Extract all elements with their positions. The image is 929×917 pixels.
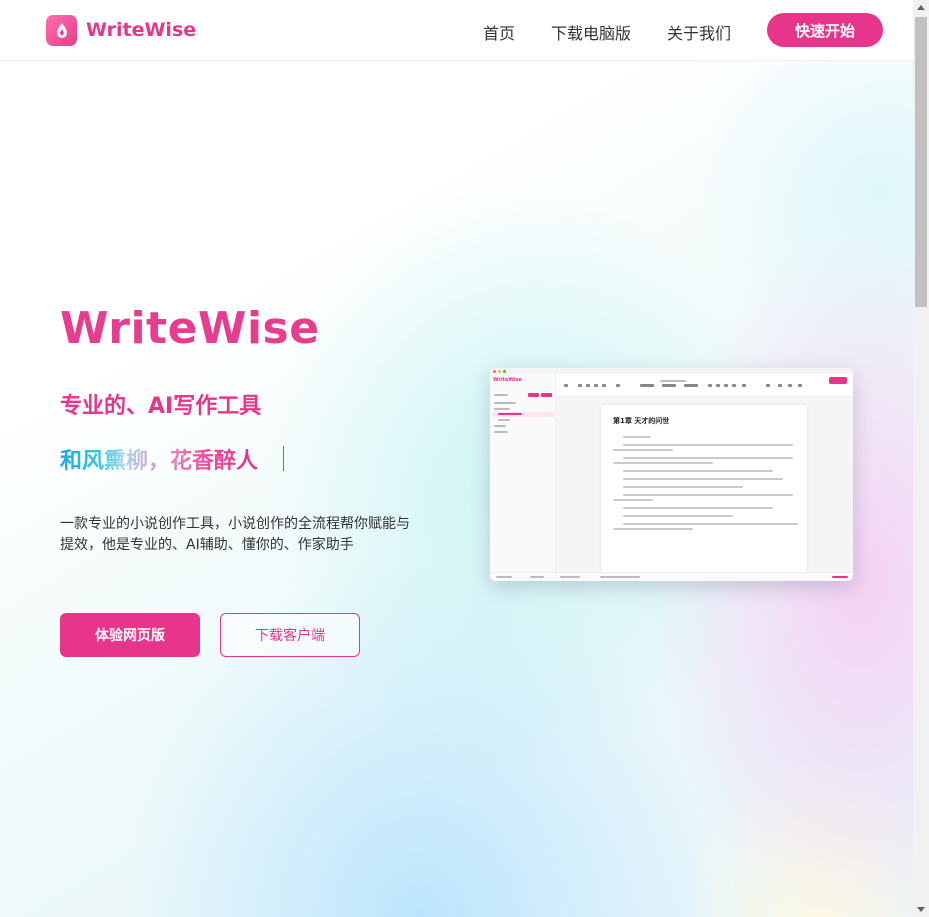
preview-status-line <box>496 576 512 578</box>
preview-tool-icon <box>788 384 792 387</box>
preview-tool-icon <box>602 384 606 387</box>
preview-text-line <box>623 478 783 480</box>
preview-text-line <box>613 462 713 464</box>
brand-name[interactable]: WriteWise <box>86 19 196 41</box>
preview-tool-icon <box>732 384 736 387</box>
preview-text-line <box>623 444 793 446</box>
preview-toolbar-line <box>660 380 686 382</box>
hero-subtitle: 专业的、AI写作工具 <box>60 394 262 419</box>
preview-sidebar-line <box>494 425 506 427</box>
preview-sidebar-line <box>494 402 516 404</box>
preview-status-line <box>530 576 544 578</box>
preview-text-line <box>623 486 743 488</box>
page-scrollbar[interactable] <box>913 0 929 917</box>
nav-about-us[interactable]: 关于我们 <box>667 20 731 44</box>
preview-sidebar-line <box>494 431 508 433</box>
preview-tool-icon <box>616 384 620 387</box>
preview-logo: WriteWise <box>493 377 522 383</box>
preview-status-line <box>832 576 848 578</box>
download-client-button[interactable]: 下载客户端 <box>220 613 360 657</box>
maximize-dot-icon <box>503 370 506 373</box>
preview-toolbar <box>556 374 853 397</box>
minimize-dot-icon <box>498 370 501 373</box>
preview-sidebar-line <box>494 408 510 410</box>
preview-text-line <box>613 449 673 451</box>
preview-tool-icon <box>662 384 676 387</box>
try-web-button[interactable]: 体验网页版 <box>60 613 200 657</box>
preview-text-line <box>623 523 798 525</box>
scroll-up-arrow-icon[interactable] <box>917 5 925 10</box>
close-dot-icon <box>493 370 496 373</box>
preview-sidebar: WriteWise <box>490 374 556 581</box>
preview-text-line <box>613 499 653 501</box>
preview-tool-icon <box>742 384 746 387</box>
app-preview-screenshot: WriteWise 第1章 天才的问世 <box>490 368 853 581</box>
quick-start-button[interactable]: 快速开始 <box>767 13 883 47</box>
nav-home[interactable]: 首页 <box>483 20 515 44</box>
scroll-down-arrow-icon[interactable] <box>917 907 925 912</box>
preview-tool-icon <box>586 384 590 387</box>
hero-tagline: 和风熏柳，花香醉人 <box>60 443 258 475</box>
preview-tool-icon <box>640 384 654 387</box>
preview-sidebar-tag <box>541 393 552 397</box>
scroll-thumb[interactable] <box>915 17 927 307</box>
preview-tool-icon <box>778 384 782 387</box>
preview-tool-icon <box>578 384 582 387</box>
preview-editor: 第1章 天才的问世 <box>556 397 853 572</box>
site-header: WriteWise 首页 下载电脑版 关于我们 快速开始 <box>0 0 913 61</box>
preview-sidebar-tag <box>528 393 539 397</box>
preview-text-line <box>623 515 733 517</box>
preview-status-line <box>560 576 580 578</box>
preview-sidebar-line <box>494 394 508 396</box>
preview-tool-icon <box>766 384 770 387</box>
preview-text-line <box>623 494 793 496</box>
preview-publish-button <box>829 377 847 384</box>
preview-chapter-title: 第1章 天才的问世 <box>613 417 670 425</box>
preview-statusbar <box>490 572 853 581</box>
preview-sidebar-line <box>498 419 510 421</box>
preview-text-line <box>613 528 693 530</box>
preview-tool-icon <box>724 384 728 387</box>
preview-sidebar-line <box>498 413 522 415</box>
preview-text-line <box>623 436 651 438</box>
preview-tool-icon <box>564 384 568 387</box>
preview-text-line <box>623 507 773 509</box>
preview-tool-icon <box>684 384 698 387</box>
writewise-pen-icon[interactable] <box>46 15 77 46</box>
preview-page: 第1章 天才的问世 <box>601 405 807 572</box>
nav-download-desktop[interactable]: 下载电脑版 <box>551 20 631 44</box>
hero-title: WriteWise <box>60 303 320 354</box>
preview-text-line <box>623 470 773 472</box>
preview-tool-icon <box>716 384 720 387</box>
hero-description: 一款专业的小说创作工具，小说创作的全流程帮你赋能与提效，他是专业的、AI辅助、懂… <box>60 516 410 553</box>
preview-status-line <box>600 576 640 578</box>
preview-text-line <box>623 457 793 459</box>
preview-tool-icon <box>594 384 598 387</box>
preview-tool-icon <box>708 384 712 387</box>
typing-caret <box>283 446 284 471</box>
preview-tool-icon <box>798 384 802 387</box>
